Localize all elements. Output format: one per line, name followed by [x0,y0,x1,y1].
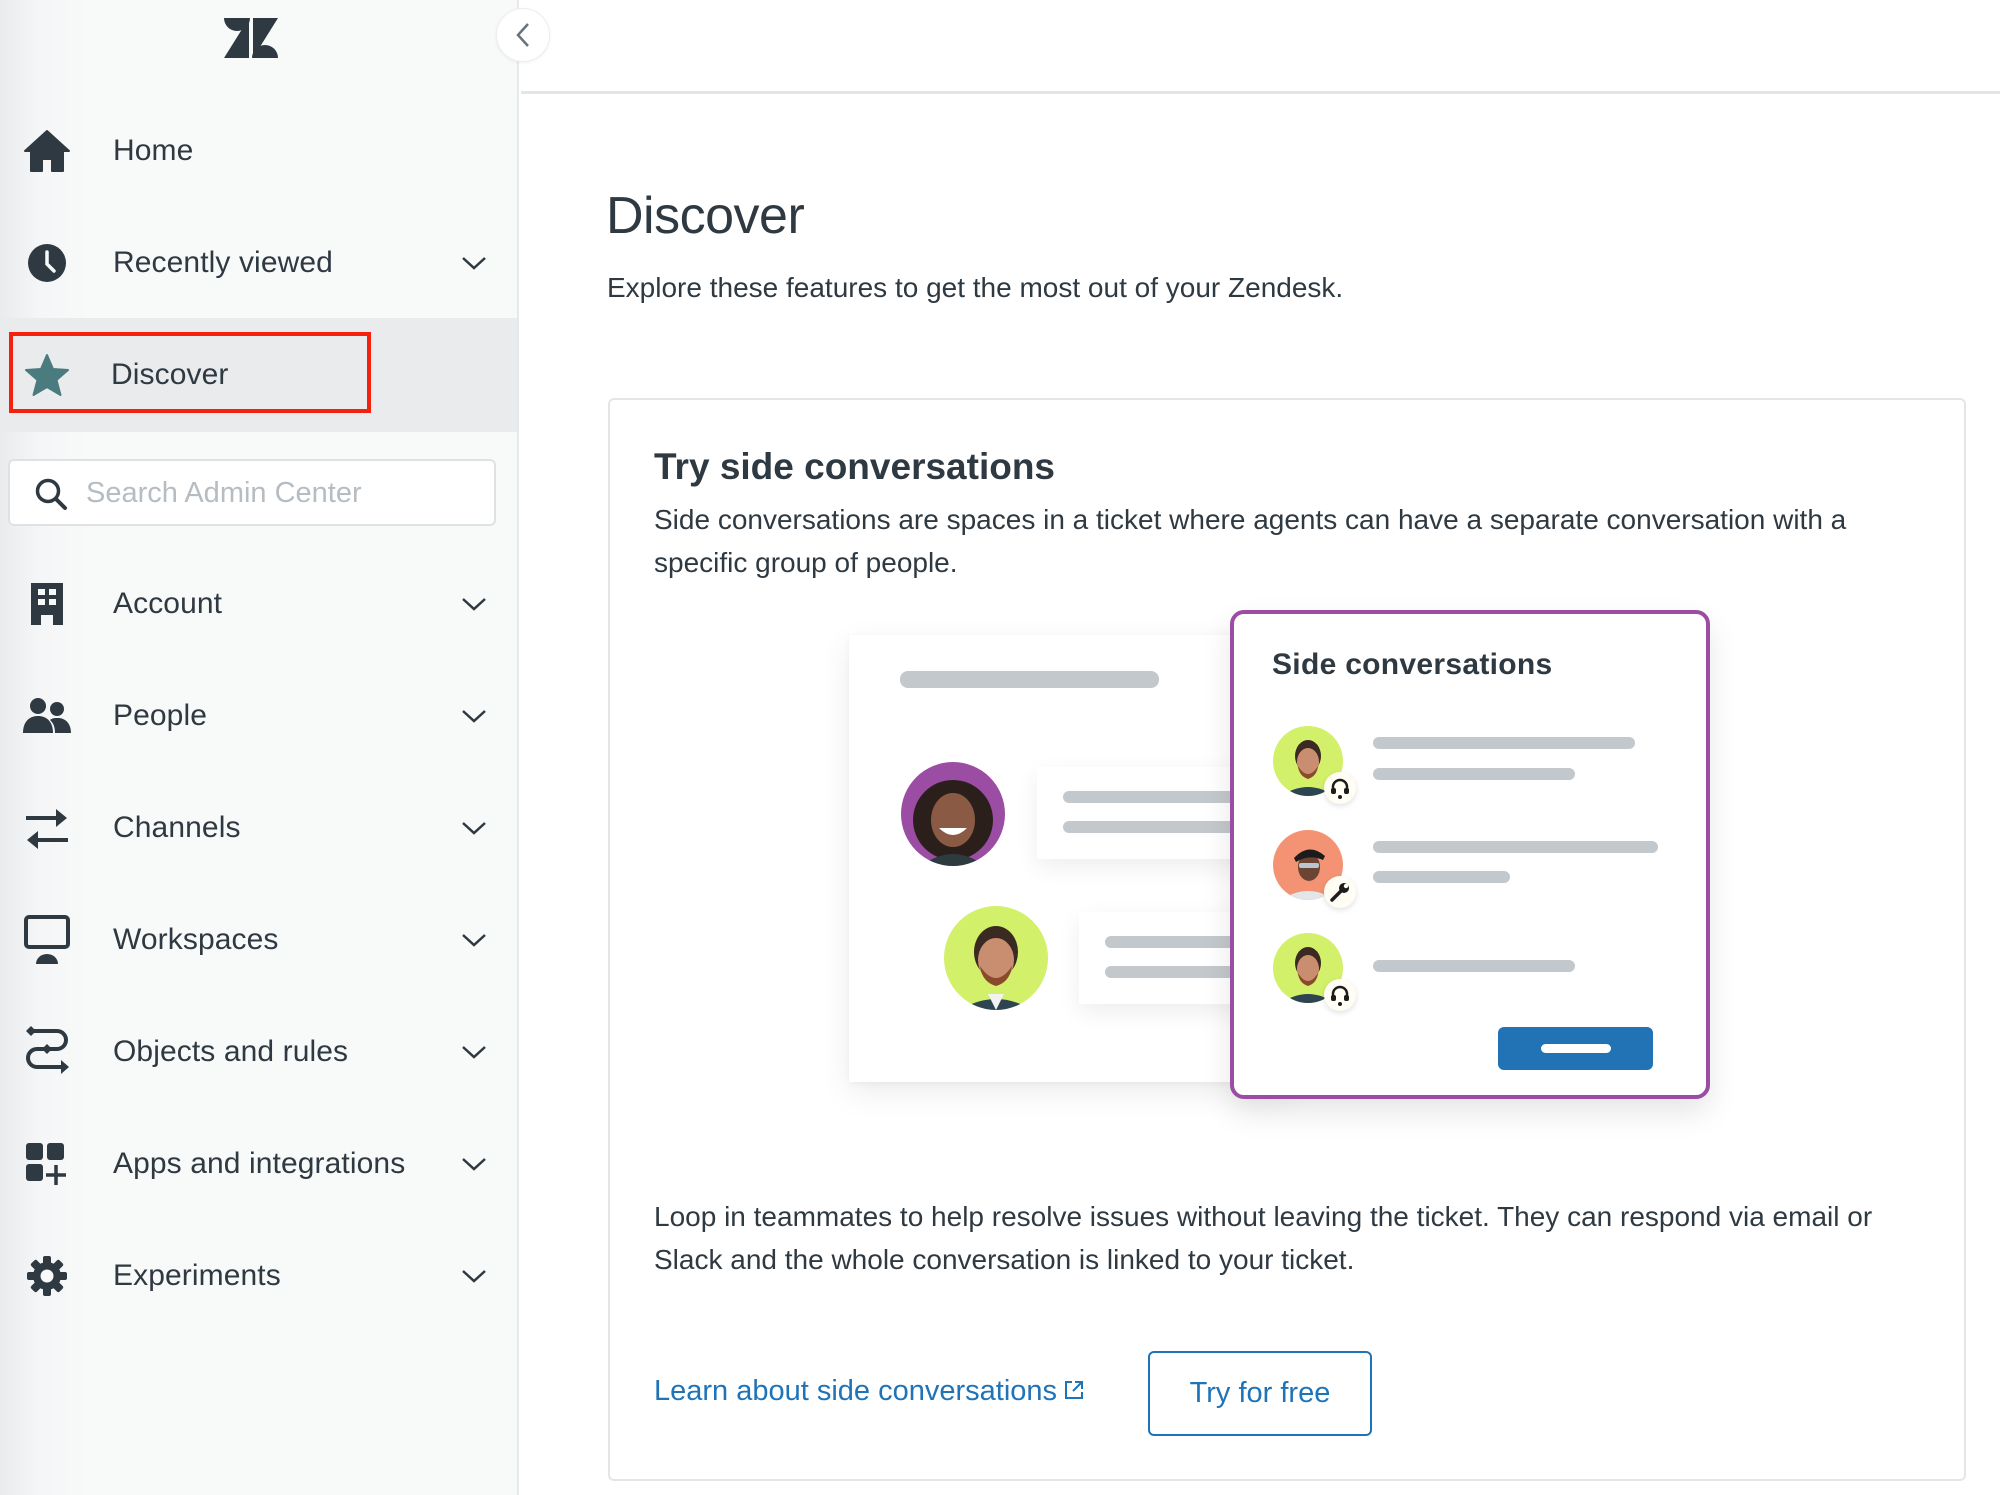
headset-icon [1324,772,1356,804]
feature-card-side-conversations: Try side conversations Side conversation… [608,398,1966,1481]
search-admin-center[interactable] [8,459,496,526]
sidebar-item-workspaces[interactable]: Workspaces [0,900,517,980]
sidebar-item-apps-and-integrations[interactable]: Apps and integrations [0,1124,517,1204]
side-conversations-panel-mockup: Side conversations [1230,610,1710,1099]
sidebar-item-label: Home [113,134,194,167]
sidebar-item-label: Apps and integrations [113,1147,406,1180]
collapse-sidebar-button[interactable] [496,8,550,62]
chevron-down-icon[interactable] [458,812,490,844]
try-for-free-button[interactable]: Try for free [1148,1351,1372,1436]
sidebar: Home Recently viewed Discover Account [0,0,519,1495]
panel-title: Side conversations [1272,648,1553,681]
search-icon [35,478,67,510]
chevron-down-icon[interactable] [458,1148,490,1180]
gear-icon [22,1251,72,1301]
sidebar-item-experiments[interactable]: Experiments [0,1236,517,1316]
star-icon [22,350,72,400]
sidebar-item-label: Recently viewed [113,246,333,279]
panel-send-button-mockup [1498,1027,1653,1070]
apps-grid-plus-icon [22,1139,72,1189]
page-title: Discover [606,187,805,245]
card-title: Try side conversations [654,446,1056,487]
people-icon [22,691,72,741]
avatar [944,906,1048,1010]
sidebar-item-objects-and-rules[interactable]: Objects and rules [0,1012,517,1092]
learn-about-side-conversations-link[interactable]: Learn about side conversations [654,1375,1085,1409]
search-input[interactable] [86,471,486,515]
sidebar-item-label: Account [113,587,223,620]
sidebar-item-label: People [113,699,208,732]
sidebar-item-label: Workspaces [113,923,279,956]
page-subtitle: Explore these features to get the most o… [607,272,1344,303]
ticket-mockup [849,635,1309,1082]
card-description: Side conversations are spaces in a ticke… [654,504,1847,578]
wrench-icon [1324,876,1356,908]
skeleton-line [900,671,1159,688]
monitor-icon [22,915,72,965]
sidebar-item-home[interactable]: Home [0,111,517,191]
skeleton-line [1373,737,1635,749]
chevron-down-icon[interactable] [458,1260,490,1292]
sidebar-item-people[interactable]: People [0,676,517,756]
headset-icon [1324,979,1356,1011]
chevron-left-icon [516,23,529,47]
sidebar-item-label: Channels [113,811,241,844]
avatar [901,762,1005,866]
chevron-down-icon[interactable] [458,924,490,956]
building-icon [22,579,72,629]
arrows-swap-icon [22,803,72,853]
sidebar-item-channels[interactable]: Channels [0,788,517,868]
home-icon [22,126,72,176]
card-body-text: Loop in teammates to help resolve issues… [654,1201,1873,1275]
sidebar-item-label: Discover [111,358,229,391]
learn-link-label: Learn about side conversations [654,1375,1058,1407]
chevron-down-icon[interactable] [458,588,490,620]
chevron-down-icon[interactable] [458,1036,490,1068]
zendesk-logo[interactable] [222,16,280,60]
sidebar-item-label: Experiments [113,1259,281,1292]
sidebar-item-discover[interactable]: Discover [0,335,517,415]
clock-icon [22,238,72,288]
sidebar-item-account[interactable]: Account [0,564,517,644]
sidebar-item-recently-viewed[interactable]: Recently viewed [0,223,517,303]
external-link-icon [1063,1376,1085,1409]
flow-icon [22,1026,72,1077]
chevron-down-icon[interactable] [458,700,490,732]
skeleton-line [1373,768,1575,780]
chevron-down-icon[interactable] [458,247,490,279]
top-header-bar [521,0,2000,94]
skeleton-line [1373,841,1658,853]
skeleton-line [1373,960,1575,972]
sidebar-item-label: Objects and rules [113,1035,349,1068]
skeleton-line [1373,871,1510,883]
